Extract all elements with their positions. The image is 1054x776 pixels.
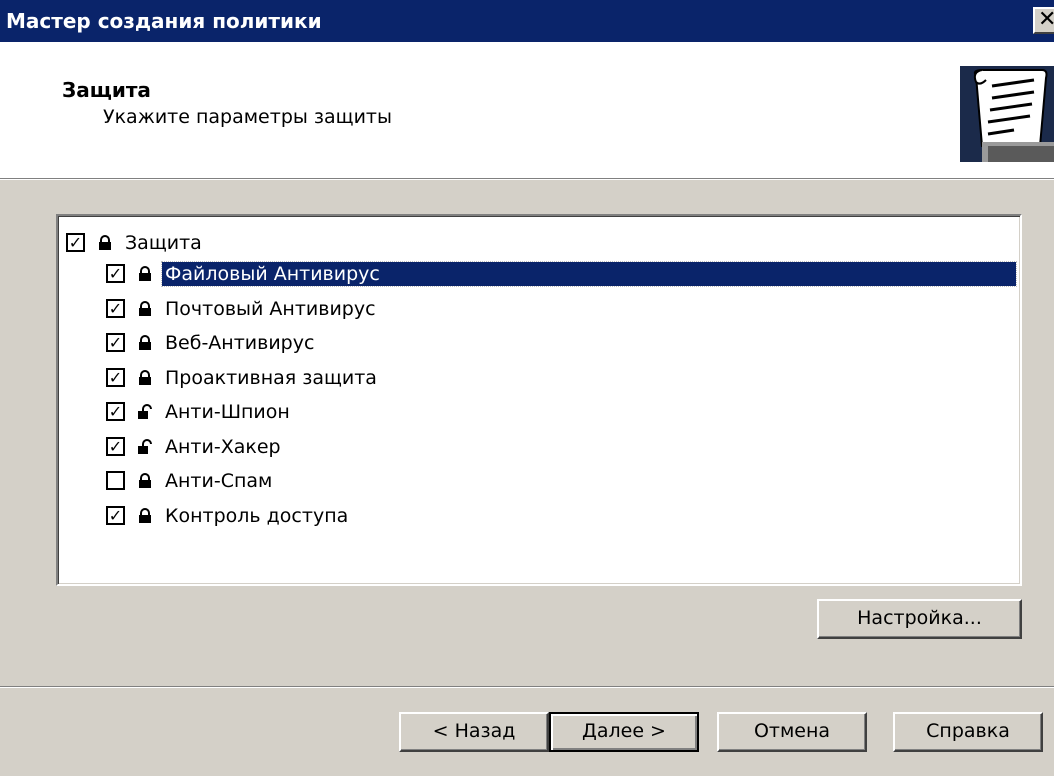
page-title: Защита xyxy=(62,78,151,102)
lock-open-icon[interactable] xyxy=(138,438,152,455)
lock-closed-icon[interactable] xyxy=(98,235,112,251)
close-icon: ✕ xyxy=(1038,7,1054,32)
tree-item-label: Веб-Антивирус xyxy=(165,332,315,354)
checkbox-checked[interactable]: ✓ xyxy=(106,402,125,421)
tree-item-label: Проактивная защита xyxy=(165,366,377,389)
tree-item-label: Анти-Спам xyxy=(165,470,273,492)
tree-item-label: Анти-Шпион xyxy=(165,401,290,423)
settings-button[interactable]: Настройка... xyxy=(817,599,1022,639)
tree-item[interactable]: ✓ Контроль доступа xyxy=(58,503,1018,531)
footer-divider xyxy=(0,686,1054,688)
checkbox-checked[interactable]: ✓ xyxy=(66,233,85,252)
lock-open-icon[interactable] xyxy=(138,404,152,420)
lock-closed-icon[interactable] xyxy=(138,300,152,317)
header-divider xyxy=(0,178,1054,180)
components-tree[interactable]: ✓ Защита ✓ Файловый Антивирус ✓ Почтовый Анти… xyxy=(56,214,1022,586)
lock-closed-icon[interactable] xyxy=(138,266,152,282)
cancel-button[interactable]: Отмена xyxy=(717,712,867,752)
tree-item[interactable]: ✓ Почтовый Антивирус xyxy=(58,296,1018,324)
tree-item[interactable]: ✓ Анти-Шпион xyxy=(58,399,1018,427)
checkbox-checked[interactable]: ✓ xyxy=(106,367,125,387)
checkbox-checked[interactable]: ✓ xyxy=(106,298,125,318)
tree-item[interactable]: ✓ Веб-Антивирус xyxy=(58,330,1018,358)
back-button[interactable]: < Назад xyxy=(399,712,549,752)
checkbox-checked[interactable]: ✓ xyxy=(106,436,125,456)
checkbox-checked[interactable]: ✓ xyxy=(106,333,125,352)
lock-closed-icon[interactable] xyxy=(138,369,152,386)
checkbox-checked[interactable]: ✓ xyxy=(106,264,125,283)
checkbox-checked[interactable]: ✓ xyxy=(106,505,125,525)
tree-item[interactable]: ✓ Проактивная защита xyxy=(58,365,1018,393)
tree-item-label: Почтовый Антивирус xyxy=(165,297,376,320)
scroll-document-icon xyxy=(954,62,1054,162)
tree-item[interactable]: Анти-Спам xyxy=(58,468,1018,496)
tree-item-label: Контроль доступа xyxy=(165,504,349,527)
wizard-header: Защита Укажите параметры защиты xyxy=(0,42,1054,178)
close-button[interactable]: ✕ xyxy=(1033,7,1054,34)
lock-closed-icon[interactable] xyxy=(138,473,152,489)
lock-closed-icon[interactable] xyxy=(138,335,152,351)
tree-item-label: Защита xyxy=(125,232,202,254)
tree-root-protection[interactable]: ✓ Защита xyxy=(58,230,1018,258)
tree-item[interactable]: ✓ Анти-Хакер xyxy=(58,434,1018,462)
window-title: Мастер создания политики xyxy=(6,9,322,33)
tree-item-label: Анти-Хакер xyxy=(165,435,281,458)
checkbox-unchecked[interactable] xyxy=(106,471,125,490)
next-button[interactable]: Далее > xyxy=(549,712,699,752)
lock-closed-icon[interactable] xyxy=(138,507,152,524)
tree-item[interactable]: ✓ Файловый Антивирус xyxy=(58,261,1018,289)
help-button[interactable]: Справка xyxy=(893,712,1043,752)
page-subtitle: Укажите параметры защиты xyxy=(103,106,392,128)
title-bar: Мастер создания политики ✕ xyxy=(0,0,1054,42)
tree-item-label: Файловый Антивирус xyxy=(161,261,1017,287)
